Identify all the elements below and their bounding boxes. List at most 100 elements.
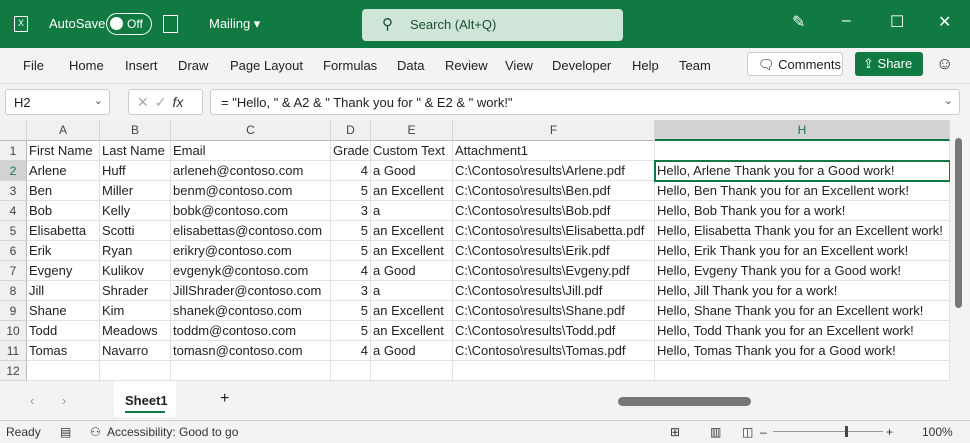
- column-header-E[interactable]: E: [371, 120, 453, 141]
- cell-B12[interactable]: [100, 361, 171, 381]
- autosave-toggle[interactable]: Off: [106, 13, 152, 35]
- cell-D11[interactable]: 4: [331, 341, 371, 361]
- cell-D9[interactable]: 5: [331, 301, 371, 321]
- cell-B2[interactable]: Huff: [100, 161, 171, 181]
- cell-E12[interactable]: [371, 361, 453, 381]
- zoom-out-button[interactable]: –: [760, 425, 767, 439]
- tab-view[interactable]: View: [505, 58, 533, 73]
- cell-E4[interactable]: a: [371, 201, 453, 221]
- cell-A12[interactable]: [27, 361, 100, 381]
- cell-C3[interactable]: benm@contoso.com: [171, 181, 331, 201]
- cell-H1[interactable]: [655, 141, 950, 161]
- next-sheet-icon[interactable]: ›: [62, 393, 66, 408]
- tab-file[interactable]: File: [23, 58, 44, 73]
- sheet-tab-sheet1[interactable]: Sheet1: [114, 381, 176, 417]
- save-icon[interactable]: [163, 15, 178, 33]
- cell-F10[interactable]: C:\Contoso\results\Todd.pdf: [453, 321, 655, 341]
- cell-A9[interactable]: Shane: [27, 301, 100, 321]
- cell-B11[interactable]: Navarro: [100, 341, 171, 361]
- cell-E1[interactable]: Custom Text: [371, 141, 453, 161]
- zoom-slider[interactable]: [773, 426, 883, 437]
- cell-H2[interactable]: Hello, Arlene Thank you for a Good work!: [654, 160, 950, 182]
- column-header-F[interactable]: F: [453, 120, 655, 141]
- cell-C1[interactable]: Email: [171, 141, 331, 161]
- normal-view-icon[interactable]: ⊞: [670, 425, 680, 439]
- cell-H6[interactable]: Hello, Erik Thank you for an Excellent w…: [655, 241, 950, 261]
- cell-F6[interactable]: C:\Contoso\results\Erik.pdf: [453, 241, 655, 261]
- comments-button[interactable]: 🗨 Comments: [747, 52, 843, 76]
- column-header-D[interactable]: D: [331, 120, 371, 141]
- cell-H8[interactable]: Hello, Jill Thank you for a work!: [655, 281, 950, 301]
- add-sheet-button[interactable]: +: [220, 390, 229, 408]
- cancel-icon[interactable]: ✕: [137, 94, 155, 110]
- row-header-1[interactable]: 1: [0, 141, 27, 161]
- cell-H3[interactable]: Hello, Ben Thank you for an Excellent wo…: [655, 181, 950, 201]
- tab-team[interactable]: Team: [679, 58, 711, 73]
- cell-E10[interactable]: an Excellent: [371, 321, 453, 341]
- row-header-10[interactable]: 10: [0, 321, 27, 341]
- formula-input[interactable]: = "Hello, " & A2 & " Thank you for " & E…: [210, 89, 960, 115]
- cell-A7[interactable]: Evgeny: [27, 261, 100, 281]
- tab-review[interactable]: Review: [445, 58, 488, 73]
- cell-E6[interactable]: an Excellent: [371, 241, 453, 261]
- cell-D5[interactable]: 5: [331, 221, 371, 241]
- page-break-view-icon[interactable]: ◫: [742, 425, 753, 439]
- cell-F11[interactable]: C:\Contoso\results\Tomas.pdf: [453, 341, 655, 361]
- name-box[interactable]: H2 ⌄: [5, 89, 110, 115]
- macro-icon[interactable]: ▤: [60, 425, 71, 439]
- cell-A8[interactable]: Jill: [27, 281, 100, 301]
- cell-A11[interactable]: Tomas: [27, 341, 100, 361]
- vertical-scrollbar[interactable]: [950, 120, 970, 381]
- cell-D10[interactable]: 5: [331, 321, 371, 341]
- cell-C11[interactable]: tomasn@contoso.com: [171, 341, 331, 361]
- cell-A2[interactable]: Arlene: [27, 161, 100, 181]
- cell-B1[interactable]: Last Name: [100, 141, 171, 161]
- row-header-12[interactable]: 12: [0, 361, 27, 381]
- row-header-6[interactable]: 6: [0, 241, 27, 261]
- column-header-B[interactable]: B: [100, 120, 171, 141]
- cell-A4[interactable]: Bob: [27, 201, 100, 221]
- cell-F1[interactable]: Attachment1: [453, 141, 655, 161]
- close-button[interactable]: ✕: [938, 12, 951, 32]
- cell-H5[interactable]: Hello, Elisabetta Thank you for an Excel…: [655, 221, 950, 241]
- cell-B10[interactable]: Meadows: [100, 321, 171, 341]
- cell-H9[interactable]: Hello, Shane Thank you for an Excellent …: [655, 301, 950, 321]
- cell-F3[interactable]: C:\Contoso\results\Ben.pdf: [453, 181, 655, 201]
- cell-C6[interactable]: erikry@contoso.com: [171, 241, 331, 261]
- tab-insert[interactable]: Insert: [125, 58, 158, 73]
- tab-formulas[interactable]: Formulas: [323, 58, 377, 73]
- tab-help[interactable]: Help: [632, 58, 659, 73]
- document-name[interactable]: Mailing ▾: [209, 16, 260, 32]
- cell-D4[interactable]: 3: [331, 201, 371, 221]
- cell-H7[interactable]: Hello, Evgeny Thank you for a Good work!: [655, 261, 950, 281]
- cell-C9[interactable]: shanek@contoso.com: [171, 301, 331, 321]
- enter-icon[interactable]: ✓: [155, 94, 173, 110]
- cell-A10[interactable]: Todd: [27, 321, 100, 341]
- zoom-level[interactable]: 100%: [922, 425, 953, 439]
- cell-F12[interactable]: [453, 361, 655, 381]
- tab-page-layout[interactable]: Page Layout: [230, 58, 303, 73]
- column-header-A[interactable]: A: [27, 120, 100, 141]
- zoom-in-button[interactable]: +: [886, 425, 893, 439]
- tab-draw[interactable]: Draw: [178, 58, 208, 73]
- insert-function-icon[interactable]: fx: [172, 94, 183, 110]
- cell-H11[interactable]: Hello, Tomas Thank you for a Good work!: [655, 341, 950, 361]
- cell-F5[interactable]: C:\Contoso\results\Elisabetta.pdf: [453, 221, 655, 241]
- cell-H10[interactable]: Hello, Todd Thank you for an Excellent w…: [655, 321, 950, 341]
- horizontal-scrollbar[interactable]: [608, 393, 953, 410]
- row-header-9[interactable]: 9: [0, 301, 27, 321]
- cell-F2[interactable]: C:\Contoso\results\Arlene.pdf: [453, 161, 655, 181]
- expand-formula-icon[interactable]: ⌄: [944, 94, 953, 107]
- cell-A6[interactable]: Erik: [27, 241, 100, 261]
- prev-sheet-icon[interactable]: ‹: [30, 393, 34, 408]
- row-header-4[interactable]: 4: [0, 201, 27, 221]
- cell-D7[interactable]: 4: [331, 261, 371, 281]
- pen-icon[interactable]: ✎: [792, 12, 805, 32]
- cell-E3[interactable]: an Excellent: [371, 181, 453, 201]
- cell-D3[interactable]: 5: [331, 181, 371, 201]
- row-header-3[interactable]: 3: [0, 181, 27, 201]
- cell-F7[interactable]: C:\Contoso\results\Evgeny.pdf: [453, 261, 655, 281]
- cell-C10[interactable]: toddm@contoso.com: [171, 321, 331, 341]
- cell-B6[interactable]: Ryan: [100, 241, 171, 261]
- cell-E5[interactable]: an Excellent: [371, 221, 453, 241]
